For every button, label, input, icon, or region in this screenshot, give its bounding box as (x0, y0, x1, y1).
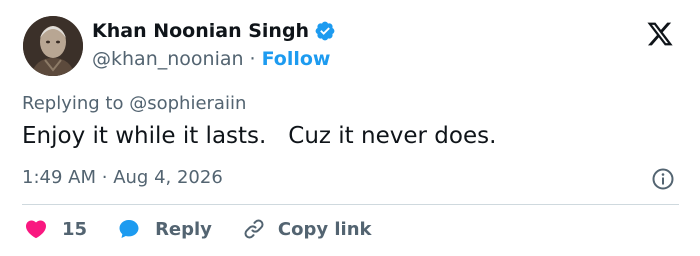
reply-button[interactable]: Reply (117, 217, 212, 241)
reply-label: Reply (155, 218, 212, 240)
follow-button[interactable]: Follow (262, 48, 331, 70)
author-handle[interactable]: @khan_noonian (92, 48, 244, 70)
replying-to-mention[interactable]: @sophieraiin (129, 93, 246, 114)
x-logo-icon[interactable] (645, 20, 675, 48)
like-button[interactable]: 15 (24, 217, 87, 241)
tweet-text: Enjoy it while it lasts. Cuz it never do… (22, 123, 497, 149)
copy-link-label: Copy link (277, 218, 372, 240)
avatar[interactable] (23, 16, 83, 76)
tweet-timestamp[interactable]: 1:49 AM · Aug 4, 2026 (22, 167, 223, 188)
info-icon[interactable] (651, 167, 675, 191)
heart-icon (24, 217, 48, 241)
author-handle-row: @khan_noonian · Follow (92, 48, 330, 70)
replying-to-line: Replying to @sophieraiin (22, 93, 246, 114)
copy-link-button[interactable]: Copy link (242, 217, 372, 241)
divider (22, 204, 679, 205)
tweet-card: Khan Noonian Singh @khan_noonian · Follo… (0, 0, 700, 256)
tweet-date: Aug 4, 2026 (113, 167, 223, 188)
verified-badge-icon (314, 20, 336, 42)
tweet-time: 1:49 AM (22, 167, 96, 188)
link-icon (242, 217, 266, 241)
author-name-row: Khan Noonian Singh (92, 20, 336, 42)
author-display-name[interactable]: Khan Noonian Singh (92, 20, 309, 42)
handle-separator: · (249, 48, 256, 70)
timestamp-separator: · (101, 167, 108, 188)
like-count: 15 (62, 218, 88, 240)
replying-prefix: Replying to (22, 93, 124, 114)
speech-bubble-icon (117, 217, 141, 241)
action-bar: 15 Reply Copy link (24, 215, 372, 243)
